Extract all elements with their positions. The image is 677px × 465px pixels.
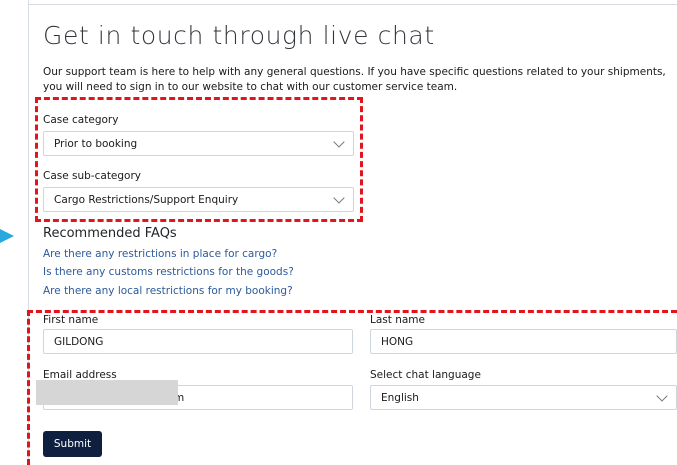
first-name-label: First name (43, 314, 99, 326)
faq-link-customs[interactable]: Is there any customs restrictions for th… (43, 266, 294, 278)
faq-title: Recommended FAQs (43, 226, 177, 241)
live-chat-page: Get in touch through live chat Our suppo… (0, 0, 677, 465)
faq-link-local[interactable]: Are there any local restrictions for my … (43, 285, 293, 297)
triangle-right-icon (0, 229, 14, 243)
page-title: Get in touch through live chat (43, 21, 435, 50)
faq-link-cargo[interactable]: Are there any restrictions in place for … (43, 248, 277, 260)
submit-button[interactable]: Submit (43, 431, 102, 457)
redacted-area (36, 380, 178, 405)
case-subcategory-select[interactable]: Cargo Restrictions/Support Enquiry (43, 187, 354, 212)
chat-language-label: Select chat language (370, 369, 481, 381)
intro-text: Our support team is here to help with an… (43, 66, 666, 93)
email-input[interactable] (174, 391, 342, 404)
case-subcategory-value: Cargo Restrictions/Support Enquiry (54, 193, 239, 206)
case-category-value: Prior to booking (54, 137, 138, 150)
chat-language-value: English (381, 391, 419, 404)
last-name-label: Last name (370, 314, 425, 326)
first-name-field[interactable] (43, 329, 353, 354)
frame-left-border (28, 0, 29, 465)
chevron-down-icon (333, 136, 345, 148)
chevron-down-icon (656, 390, 668, 402)
chat-language-select[interactable]: English (370, 385, 677, 410)
last-name-input[interactable] (381, 335, 666, 348)
chevron-down-icon (333, 192, 345, 204)
first-name-input[interactable] (54, 335, 342, 348)
case-subcategory-label: Case sub-category (43, 170, 142, 182)
case-category-label: Case category (43, 114, 119, 126)
highlight-box-form-top (27, 310, 677, 313)
frame-top-border (28, 4, 677, 5)
case-category-select[interactable]: Prior to booking (43, 131, 354, 156)
last-name-field[interactable] (370, 329, 677, 354)
